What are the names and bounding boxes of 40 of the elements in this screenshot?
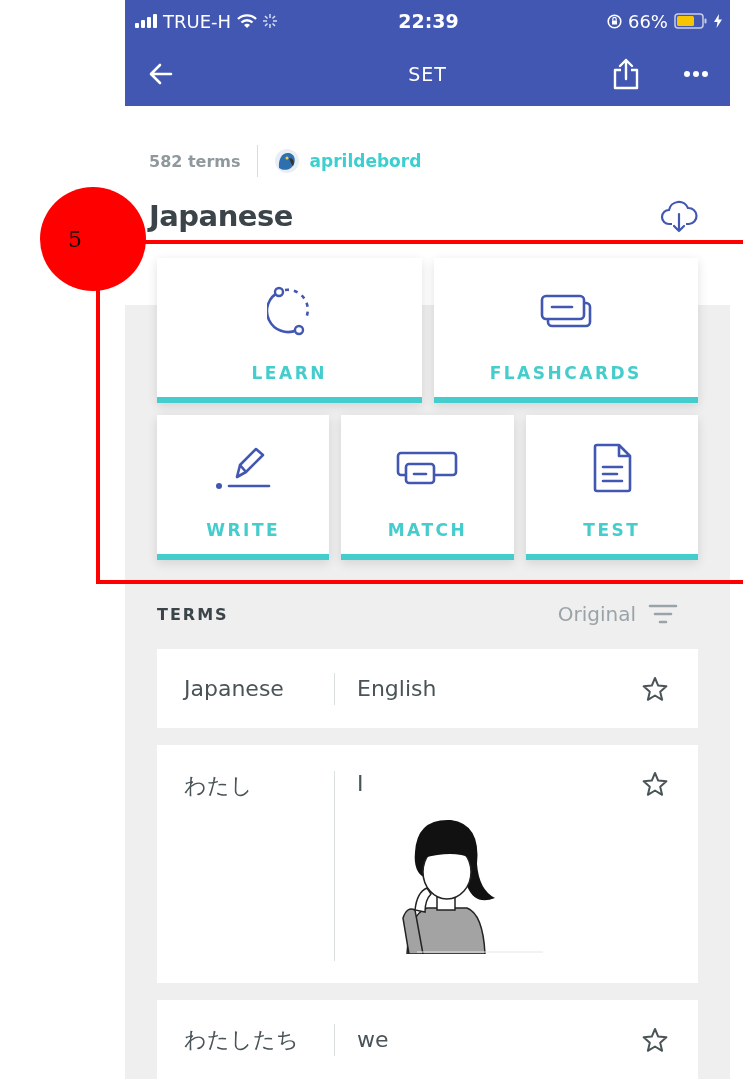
signal-icon — [135, 14, 157, 29]
share-icon[interactable] — [612, 58, 640, 91]
rotation-lock-icon — [606, 13, 622, 29]
study-mode-card[interactable]: MATCH — [341, 415, 514, 560]
term-text: わたし — [184, 772, 254, 800]
bird-avatar-icon[interactable] — [273, 148, 300, 174]
filter-lines-icon — [648, 603, 678, 625]
wifi-icon — [237, 13, 258, 29]
set-title: Japanese — [149, 199, 293, 233]
study-mode-card[interactable]: LEARN — [157, 258, 422, 403]
definition-text: we — [357, 1027, 390, 1052]
back-arrow-icon[interactable] — [149, 63, 173, 86]
section-heading: TERMS — [157, 604, 229, 624]
author-link[interactable]: aprildebord — [309, 151, 422, 171]
stacked-cards-icon — [539, 293, 592, 329]
definition-text: English — [357, 676, 438, 701]
more-options-icon[interactable] — [684, 71, 708, 78]
battery-icon — [674, 13, 708, 30]
sort-button[interactable]: Original — [557, 602, 698, 626]
study-mode-card[interactable]: WRITE — [157, 415, 330, 560]
study-mode-card[interactable]: FLASHCARDS — [433, 258, 698, 403]
pencil-line-icon — [215, 445, 272, 491]
study-mode-card[interactable]: TEST — [525, 415, 698, 560]
matching-tiles-icon — [395, 450, 460, 486]
star-icon[interactable] — [642, 1026, 668, 1053]
screen-title: SET — [407, 63, 448, 86]
charging-bolt-icon — [714, 14, 722, 29]
term-text: わたしたち — [184, 1025, 300, 1054]
annotation-badge: 5 — [40, 187, 146, 291]
cloud-download-icon[interactable] — [660, 199, 698, 233]
loading-spinner-icon — [263, 14, 278, 29]
term-text: Japanese — [184, 676, 285, 701]
definition-text: I — [357, 771, 365, 796]
carrier-name: TRUE-H — [163, 10, 232, 32]
learn-cycle-icon — [267, 284, 312, 338]
star-icon[interactable] — [642, 675, 668, 702]
battery-percent: 66% — [627, 10, 668, 32]
clock-time: 22:39 — [398, 10, 459, 33]
term-count: 582 terms — [149, 151, 241, 171]
star-icon[interactable] — [642, 771, 668, 797]
